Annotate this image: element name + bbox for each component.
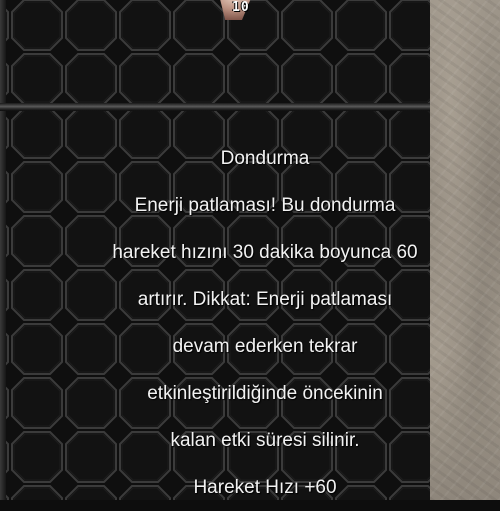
panel-divider — [0, 103, 455, 111]
description-line: devam ederken tekrar — [172, 336, 358, 357]
item-name: Dondurma — [220, 148, 310, 169]
description-line: artırır. Dikkat: Enerji patlaması — [137, 289, 393, 310]
item-stack-count: 10 — [232, 0, 250, 15]
description-line: hareket hızını 30 dakika boyunca 60 — [112, 242, 418, 263]
description-line: kalan etki süresi silinir. — [170, 430, 360, 451]
item-bonus-stat: Hareket Hızı +60 — [193, 477, 337, 498]
description-line: Enerji patlaması! Bu dondurma — [134, 195, 396, 216]
description-line: etkinleştirildiğinde öncekinin — [147, 383, 383, 404]
item-tooltip: Dondurma Enerji patlaması! Bu dondurma h… — [0, 135, 500, 511]
